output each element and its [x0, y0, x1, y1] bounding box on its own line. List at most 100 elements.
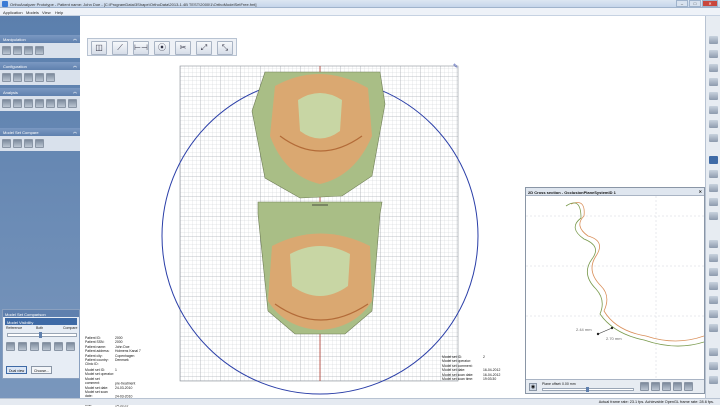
globe-icon[interactable] — [709, 156, 718, 164]
compare-tool-icon[interactable] — [35, 139, 44, 148]
layer-icon[interactable] — [709, 268, 718, 276]
tooth-tool-icon[interactable] — [35, 73, 44, 82]
print-icon[interactable] — [673, 382, 682, 391]
compare-model-icon[interactable] — [42, 342, 51, 351]
export-icon[interactable] — [684, 382, 693, 391]
pan-icon[interactable] — [709, 348, 718, 356]
menu-models[interactable]: Models — [26, 10, 39, 15]
measure-tool-icon[interactable] — [24, 99, 33, 108]
reference-model-icon[interactable] — [18, 342, 27, 351]
rotate-tool-icon[interactable] — [13, 46, 22, 55]
chevron-up-icon[interactable]: ︽ — [73, 63, 77, 69]
move-tool-icon[interactable] — [24, 46, 33, 55]
layer-icon[interactable] — [709, 254, 718, 262]
visibility-slider[interactable] — [7, 333, 77, 337]
menu-application[interactable]: Application — [3, 10, 23, 15]
section-header[interactable]: Configuration ︽ — [0, 62, 80, 70]
shrink-icon[interactable]: ⤡ — [217, 41, 233, 55]
both-models-icon[interactable] — [30, 342, 39, 351]
tooth-tool-icon[interactable] — [13, 73, 22, 82]
slider-handle[interactable] — [586, 387, 589, 392]
view-front-icon[interactable] — [709, 170, 718, 178]
measure-tool-icon[interactable] — [57, 99, 66, 108]
info-value: 16-04-2012 — [483, 372, 501, 377]
compare-tool-icon[interactable] — [24, 139, 33, 148]
layer-icon[interactable] — [709, 282, 718, 290]
select-tool-icon[interactable] — [2, 46, 11, 55]
tooth-view-icon[interactable] — [709, 120, 718, 128]
zoom-tool-icon[interactable] — [35, 46, 44, 55]
tooth-view-icon[interactable] — [709, 50, 718, 58]
tooth-view-icon[interactable] — [709, 106, 718, 114]
tooth-view-icon[interactable] — [709, 64, 718, 72]
zoom-icon[interactable] — [709, 362, 718, 370]
tooth-tool-icon[interactable] — [24, 73, 33, 82]
angle-icon[interactable]: ⟋ — [112, 41, 128, 55]
measure-tool-icon[interactable] — [13, 99, 22, 108]
chevron-up-icon[interactable]: ︽ — [73, 36, 77, 42]
cross-section-tools — [640, 382, 693, 391]
measure-line — [597, 327, 613, 335]
compare-tool-icon[interactable] — [2, 139, 11, 148]
slider-handle[interactable] — [39, 332, 42, 338]
tooth-view-icon[interactable] — [709, 134, 718, 142]
close-icon[interactable]: ✕ — [699, 189, 702, 194]
chevron-up-icon[interactable]: ︽ — [73, 129, 77, 135]
section-title: Configuration — [3, 64, 27, 69]
maximize-button[interactable]: □ — [689, 0, 701, 7]
tool-row — [0, 96, 80, 111]
menu-view[interactable]: View — [42, 10, 51, 15]
column-compare: Compare — [63, 326, 78, 330]
compare-tool-icon[interactable] — [13, 139, 22, 148]
measure-point[interactable] — [596, 332, 600, 336]
measure-tool-icon[interactable] — [2, 99, 11, 108]
info-value: John Doe — [115, 344, 130, 349]
tooth-view-icon[interactable] — [709, 92, 718, 100]
tooth-view-icon[interactable] — [709, 36, 718, 44]
folder-icon[interactable] — [651, 382, 660, 391]
minimize-button[interactable]: – — [676, 0, 688, 7]
measure-point[interactable] — [610, 326, 614, 330]
section-title: Model Set Compare — [3, 130, 39, 135]
measure-tool-icon[interactable] — [68, 99, 77, 108]
view-top-icon[interactable] — [709, 198, 718, 206]
chevron-up-icon[interactable]: ︽ — [73, 89, 77, 95]
upper-jaw-model[interactable] — [251, 71, 386, 199]
layer-icon[interactable] — [709, 296, 718, 304]
section-manipulation: Manipulation ︽ — [0, 35, 80, 58]
layer-icon[interactable] — [709, 310, 718, 318]
choose-button[interactable]: Choose... — [31, 366, 52, 374]
eye-icon[interactable]: ◉ — [529, 383, 537, 391]
measure-tool-icon[interactable] — [46, 99, 55, 108]
layer-icon[interactable] — [709, 324, 718, 332]
section-header[interactable]: Manipulation ︽ — [0, 35, 80, 43]
tooth-tool-icon[interactable] — [46, 73, 55, 82]
expand-icon[interactable]: ⤢ — [196, 41, 212, 55]
save-icon[interactable] — [662, 382, 671, 391]
dual-view-button[interactable]: Dual view — [6, 366, 28, 374]
measure-tool-icon[interactable] — [35, 99, 44, 108]
section-header[interactable]: Model Set Compare ︽ — [0, 128, 80, 136]
cut-icon[interactable]: ✂ — [175, 41, 191, 55]
cross-section-plot[interactable]: 2.44 mm 2.70 mm — [526, 196, 705, 379]
view-bottom-icon[interactable] — [709, 212, 718, 220]
layer-icon[interactable] — [709, 240, 718, 248]
overlay-icon[interactable] — [54, 342, 63, 351]
section-title: Analysis — [3, 90, 18, 95]
right-toolbar — [705, 16, 720, 405]
lock-icon[interactable] — [6, 342, 15, 351]
tooth-view-icon[interactable] — [709, 78, 718, 86]
tooth-tool-icon[interactable] — [2, 73, 11, 82]
section-header[interactable]: Analysis ︽ — [0, 88, 80, 96]
split-icon[interactable] — [66, 342, 75, 351]
lower-jaw-model[interactable] — [257, 201, 383, 335]
filter-icon[interactable] — [640, 382, 649, 391]
point-icon[interactable]: ⦿ — [154, 41, 170, 55]
rotate-icon[interactable] — [709, 376, 718, 384]
view-side-icon[interactable] — [709, 184, 718, 192]
tool-row — [0, 43, 80, 58]
view-toggle-icon[interactable]: ◫ — [91, 41, 107, 55]
close-button[interactable]: ✕ — [702, 0, 718, 7]
distance-icon[interactable]: ⊢⊣ — [133, 41, 149, 55]
menu-help[interactable]: Help — [55, 10, 63, 15]
